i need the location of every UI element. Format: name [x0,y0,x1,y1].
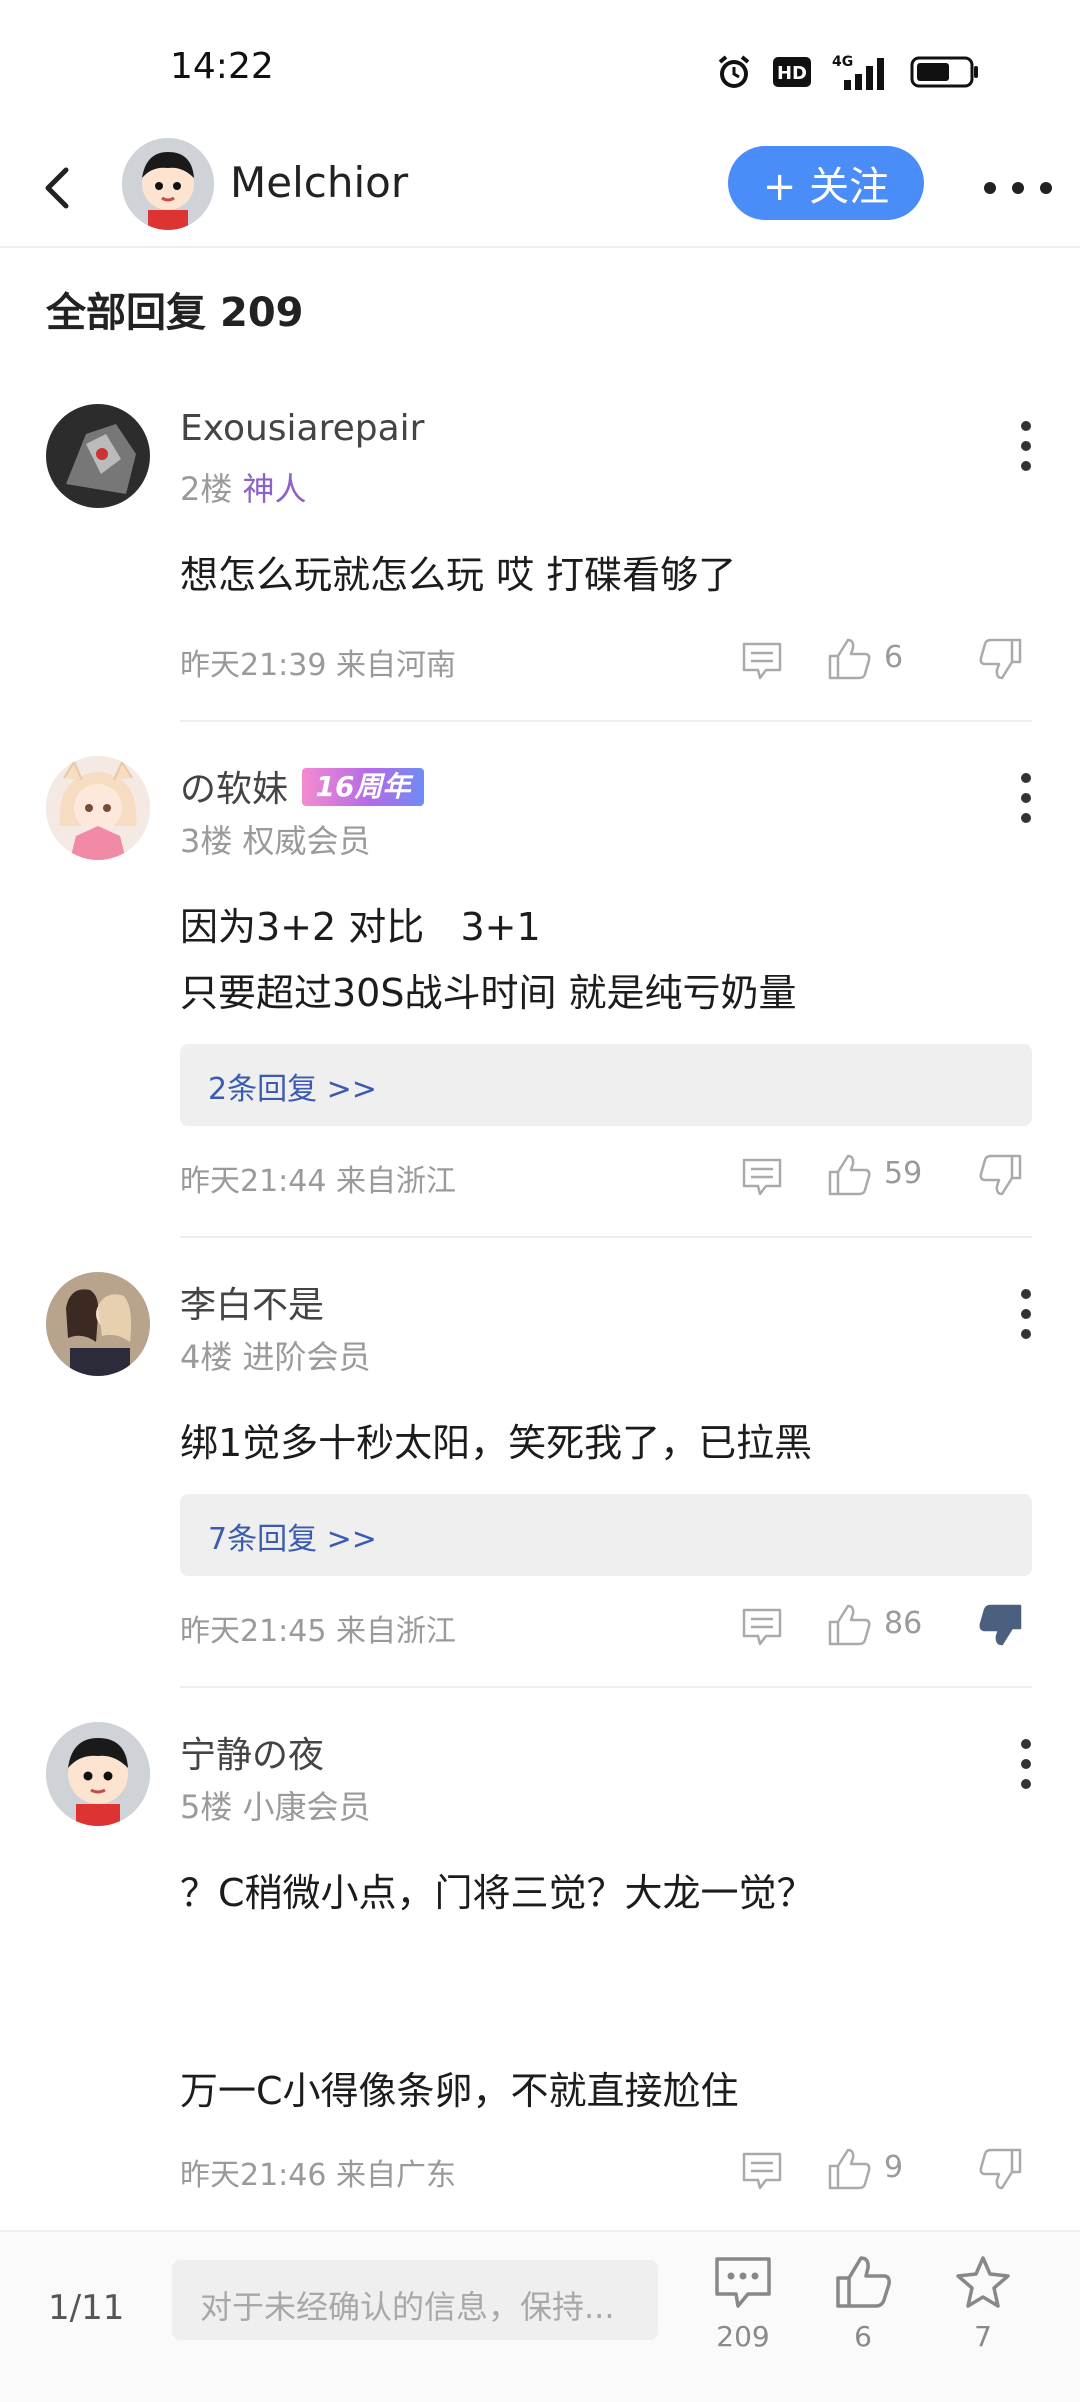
comment-icon[interactable] [740,1154,784,1198]
member-rank: 神人 [242,470,307,508]
sub-replies-label: 2条回复 >> [208,1072,377,1107]
comments-button[interactable]: 209 [698,2254,788,2353]
hd-icon: HD [773,57,811,87]
back-arrow-icon[interactable] [32,156,88,220]
like-icon[interactable] [826,1602,872,1648]
username[interactable]: 李白不是 [180,1276,324,1328]
user-avatar[interactable] [46,756,150,860]
photo-avatar-icon [46,1272,150,1376]
status-icons: HD 4G [714,52,980,92]
comment-icon[interactable] [740,2148,784,2192]
post-time-location: 昨天21:39 来自河南 [180,648,456,683]
sub-replies-label: 7条回复 >> [208,1522,377,1557]
all-replies-heading: 全部回复 209 [46,280,304,338]
like-count: 86 [884,1606,923,1641]
post-divider [180,1686,1032,1688]
all-replies-label: 全部回复 [46,290,206,336]
post-menu-icon[interactable] [1006,1734,1046,1794]
favorite-button[interactable]: 7 [938,2254,1028,2353]
sub-replies-link[interactable]: 7条回复 >> [180,1494,1032,1576]
post-menu-icon[interactable] [1006,416,1046,476]
dislike-active-icon[interactable] [978,1602,1024,1648]
user-avatar[interactable] [46,1722,150,1826]
member-rank: 进阶会员 [242,1338,371,1376]
post-text: 因为3+2 对比 3+1 只要超过30S战斗时间 就是纯亏奶量 [180,905,797,1015]
username-row: の软妹 16周年 [180,760,425,812]
member-rank: 小康会员 [242,1788,371,1826]
like-icon[interactable] [826,1152,872,1198]
follow-button[interactable]: + 关注 [728,146,924,220]
like-count: 6 [884,640,904,675]
username[interactable]: の软妹 [180,769,288,810]
cartoon-avatar-icon [122,138,214,230]
more-options-icon[interactable] [978,156,1058,220]
post-text: 想怎么玩就怎么玩 哎 打碟看够了 [180,553,737,597]
floor-rank: 2楼 神人 [180,464,307,510]
author-avatar[interactable] [122,138,214,230]
star-icon [956,2256,1010,2308]
thread-header: Melchior + 关注 [0,130,1080,248]
robot-avatar-icon [46,404,150,508]
floor-rank: 5楼 小康会员 [180,1782,371,1828]
comment-bubble-icon [715,2257,771,2308]
like-icon[interactable] [826,636,872,682]
comment-count: 209 [716,2320,770,2353]
post-text: 绑1觉多十秒太阳，笑死我了，已拉黑 [180,1421,813,1465]
cartoon-avatar-icon [46,1722,150,1826]
floor-number: 4楼 [180,1338,233,1376]
favorite-count: 7 [974,2320,992,2353]
battery-icon [910,56,978,88]
status-bar: 14:22 HD 4G [0,0,1080,130]
post-divider [180,720,1032,722]
like-count: 9 [884,2150,904,2185]
anime-girl-avatar-icon [46,756,150,860]
svg-text:HD: HD [777,63,807,84]
dislike-icon[interactable] [978,636,1024,682]
member-rank: 权威会员 [242,822,371,860]
floor-rank: 3楼 权威会员 [180,816,371,862]
like-icon[interactable] [826,2146,872,2192]
svg-text:4G: 4G [832,54,853,70]
username[interactable]: 宁静の夜 [180,1726,324,1778]
signal-4g-icon: 4G [832,54,884,90]
like-total: 6 [854,2320,872,2353]
post-time-location: 昨天21:46 来自广东 [180,2158,456,2193]
user-avatar[interactable] [46,404,150,508]
post-menu-icon[interactable] [1006,1284,1046,1344]
username[interactable]: Exousiarepair [180,408,424,449]
sub-replies-link[interactable]: 2条回复 >> [180,1044,1032,1126]
post-divider [180,1236,1032,1238]
author-name[interactable]: Melchior [230,158,408,207]
user-avatar[interactable] [46,1272,150,1376]
anniversary-badge: 16周年 [302,768,425,806]
comment-icon[interactable] [740,638,784,682]
floor-rank: 4楼 进阶会员 [180,1332,371,1378]
comment-icon[interactable] [740,1604,784,1648]
post-time-location: 昨天21:44 来自浙江 [180,1164,456,1199]
alarm-icon [718,55,750,88]
page-indicator[interactable]: 1/11 [48,2288,124,2328]
like-button[interactable]: 6 [818,2254,908,2353]
all-replies-count: 209 [220,290,304,336]
post-time-location: 昨天21:45 来自浙江 [180,1614,456,1649]
dislike-icon[interactable] [978,1152,1024,1198]
dislike-icon[interactable] [978,2146,1024,2192]
floor-number: 5楼 [180,1788,233,1826]
reply-input-placeholder: 对于未经确认的信息，保持... [200,2288,615,2326]
bottom-toolbar: 1/11 对于未经确认的信息，保持... 209 6 7 [0,2230,1080,2402]
reply-input[interactable]: 对于未经确认的信息，保持... [172,2260,658,2340]
thumbs-up-icon [836,2256,891,2308]
post-menu-icon[interactable] [1006,768,1046,828]
floor-number: 2楼 [180,470,233,508]
post-text: ？C稍微小点，门将三觉？大龙一觉？ 万一C小得像条卵，不就直接尬住 [180,1871,815,2113]
floor-number: 3楼 [180,822,233,860]
status-time: 14:22 [170,46,274,87]
like-count: 59 [884,1156,923,1191]
